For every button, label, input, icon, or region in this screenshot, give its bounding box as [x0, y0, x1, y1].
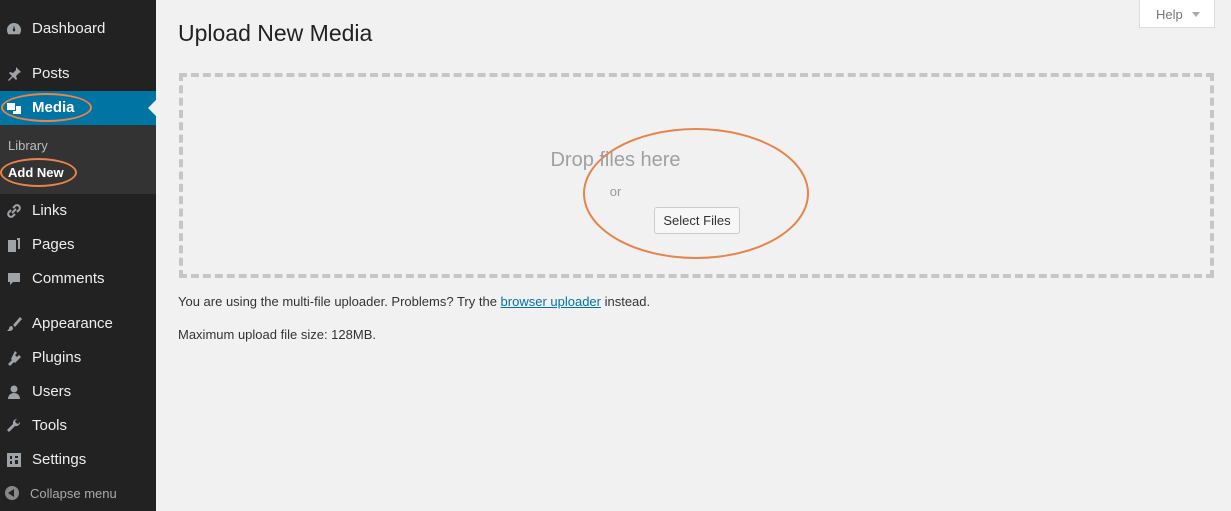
page-title: Upload New Media — [178, 20, 373, 46]
uploader-info-text: You are using the multi-file uploader. P… — [178, 294, 501, 309]
sidebar-item-media[interactable]: Media — [0, 91, 156, 125]
wrench-icon — [6, 418, 22, 434]
sidebar-item-label: Settings — [32, 451, 87, 468]
uploader-info: You are using the multi-file uploader. P… — [178, 294, 650, 309]
collapse-menu-button[interactable]: Collapse menu — [0, 484, 156, 506]
settings-icon — [6, 452, 22, 468]
sidebar-item-label: Users — [32, 383, 72, 400]
sidebar-item-label: Comments — [32, 270, 105, 287]
sidebar-item-posts[interactable]: Posts — [0, 57, 156, 91]
sidebar-item-pages[interactable]: Pages — [0, 228, 156, 262]
sidebar-item-label: Tools — [32, 417, 68, 434]
sidebar-item-label: Pages — [32, 236, 75, 253]
sidebar-item-label: Links — [32, 202, 68, 219]
help-button[interactable]: Help — [1139, 0, 1215, 28]
help-label: Help — [1156, 7, 1183, 22]
comment-icon — [6, 271, 22, 287]
sidebar-item-links[interactable]: Links — [0, 194, 156, 228]
user-icon — [6, 384, 22, 400]
sidebar-item-plugins[interactable]: Plugins — [0, 341, 156, 375]
sidebar-item-appearance[interactable]: Appearance — [0, 307, 156, 341]
sidebar-item-label: Media — [32, 99, 75, 116]
current-menu-arrow — [148, 100, 156, 116]
sidebar-item-label: Posts — [32, 65, 70, 82]
pages-icon — [6, 237, 22, 253]
uploader-info-suffix: instead. — [600, 294, 651, 309]
sidebar-item-dashboard[interactable]: Dashboard — [0, 12, 156, 46]
sidebar-item-label: Plugins — [32, 349, 82, 366]
sidebar-item-label: Appearance — [32, 315, 113, 332]
collapse-arrow-icon — [5, 486, 19, 500]
sidebar-item-comments[interactable]: Comments — [0, 262, 156, 296]
dashboard-icon — [6, 21, 22, 37]
max-upload-size: Maximum upload file size: 128MB. — [178, 327, 376, 342]
sidebar-item-tools[interactable]: Tools — [0, 409, 156, 443]
sidebar-item-settings[interactable]: Settings — [0, 443, 156, 477]
admin-sidebar: Dashboard Posts Media Library Add New Li… — [0, 0, 156, 511]
plugin-icon — [6, 350, 22, 366]
brush-icon — [6, 316, 22, 332]
link-icon — [6, 203, 22, 219]
sidebar-item-label: Dashboard — [32, 20, 106, 37]
collapse-menu-label: Collapse menu — [30, 486, 117, 501]
or-text: or — [609, 184, 622, 199]
chevron-down-icon — [1192, 12, 1200, 17]
select-files-button[interactable]: Select Files — [654, 207, 740, 234]
browser-uploader-link[interactable]: browser uploader — [501, 294, 601, 309]
media-icon — [6, 100, 22, 116]
drop-files-text: Drop files here — [550, 149, 681, 171]
pin-icon — [6, 66, 22, 82]
drop-zone[interactable] — [179, 73, 1214, 278]
sidebar-item-users[interactable]: Users — [0, 375, 156, 409]
